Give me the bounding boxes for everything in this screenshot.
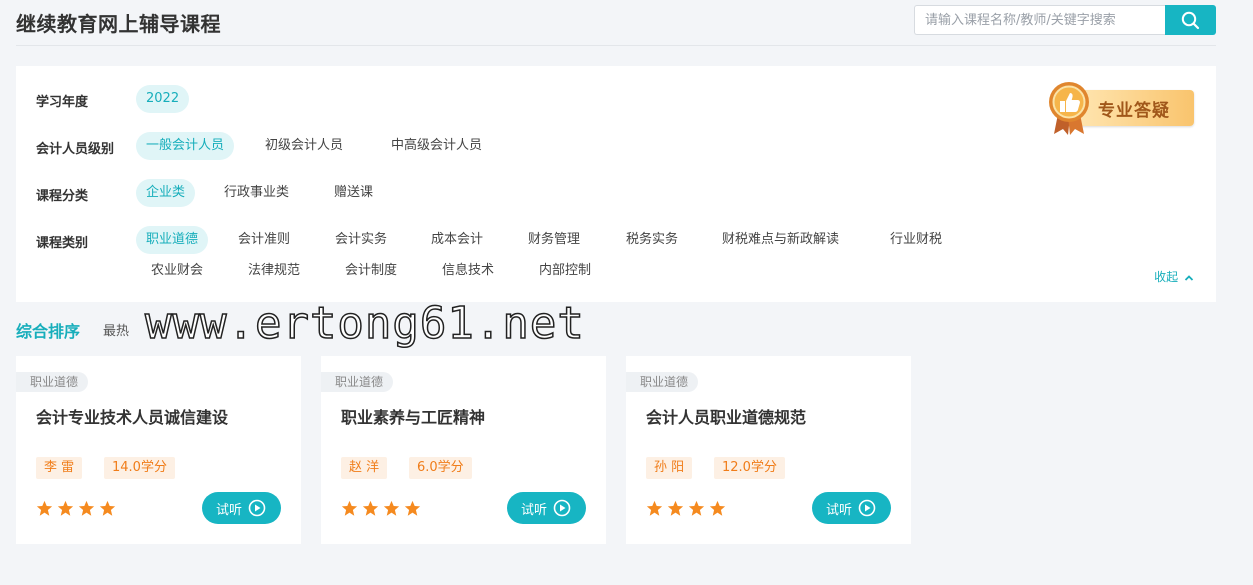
star-icon: [36, 500, 53, 516]
chip-type-agriculture[interactable]: 农业财会: [141, 257, 213, 285]
star-icon: [404, 500, 421, 516]
search-icon: [1181, 11, 1200, 30]
teacher-name: 赵 洋: [341, 457, 388, 479]
chip-level-general[interactable]: 一般会计人员: [136, 132, 235, 160]
expert-qa-ribbon: 专业答疑: [1074, 90, 1194, 126]
sort-comprehensive[interactable]: 综合排序: [16, 318, 80, 342]
collapse-toggle[interactable]: 收起: [1154, 268, 1194, 285]
chip-category-public[interactable]: 行政事业类: [214, 179, 299, 207]
chip-type-standards[interactable]: 会计准则: [228, 226, 300, 254]
trial-listen-button[interactable]: 试听: [812, 492, 891, 524]
watermark-text: www.ertong61.net: [144, 297, 585, 350]
play-circle-icon: [553, 499, 571, 517]
chip-type-tax[interactable]: 税务实务: [616, 226, 688, 254]
star-rating: [341, 500, 425, 518]
course-title[interactable]: 会计专业技术人员诚信建设: [36, 404, 228, 428]
sort-hottest[interactable]: 最热: [103, 320, 129, 339]
course-card-2[interactable]: 职业道德 职业素养与工匠精神 赵 洋 6.0学分 试听: [321, 356, 606, 544]
chip-type-it[interactable]: 信息技术: [432, 257, 504, 285]
filter-label-level: 会计人员级别: [36, 142, 115, 157]
course-title[interactable]: 会计人员职业道德规范: [646, 404, 806, 428]
filter-label-category: 课程分类: [36, 189, 89, 204]
star-icon: [341, 500, 358, 516]
star-rating: [646, 500, 730, 518]
star-icon: [99, 500, 116, 516]
chip-year-2022[interactable]: 2022: [136, 85, 190, 113]
trial-listen-label: 试听: [826, 503, 853, 518]
collapse-label: 收起: [1154, 270, 1179, 284]
trial-listen-label: 试听: [521, 503, 548, 518]
expert-qa-label: 专业答疑: [1098, 101, 1170, 121]
chip-type-practice[interactable]: 会计实务: [325, 226, 397, 254]
header-bar: 继续教育网上辅导课程: [0, 0, 1253, 46]
chip-type-control[interactable]: 内部控制: [529, 257, 601, 285]
star-icon: [667, 500, 684, 516]
course-title[interactable]: 职业素养与工匠精神: [341, 404, 485, 428]
star-icon: [362, 500, 379, 516]
search-input[interactable]: [914, 5, 1166, 35]
play-circle-icon: [858, 499, 876, 517]
chevron-up-icon: [1184, 274, 1194, 281]
course-tag: 职业道德: [321, 372, 394, 392]
course-credits: 6.0学分: [409, 457, 472, 479]
chip-type-system[interactable]: 会计制度: [335, 257, 407, 285]
filter-row-type: 课程类别 职业道德 会计准则 会计实务 成本会计 财务管理 税务实务 财税难点与…: [36, 226, 1196, 286]
filter-label-year: 学习年度: [36, 95, 89, 110]
chip-category-enterprise[interactable]: 企业类: [136, 179, 196, 207]
trial-listen-label: 试听: [216, 503, 243, 518]
course-credits: 14.0学分: [104, 457, 175, 479]
teacher-name: 李 雷: [36, 457, 83, 479]
star-icon: [78, 500, 95, 516]
star-icon: [383, 500, 400, 516]
play-circle-icon: [248, 499, 266, 517]
star-icon: [688, 500, 705, 516]
course-tag: 职业道德: [16, 372, 89, 392]
chip-type-policy[interactable]: 财税难点与新政解读: [712, 226, 849, 254]
search-button[interactable]: [1165, 5, 1216, 35]
search-box: [914, 5, 1216, 35]
chip-type-ethics[interactable]: 职业道德: [136, 226, 209, 254]
chip-type-industry[interactable]: 行业财税: [880, 226, 952, 254]
chip-type-cost[interactable]: 成本会计: [421, 226, 493, 254]
star-rating: [36, 500, 120, 518]
teacher-name: 孙 阳: [646, 457, 693, 479]
chip-category-gift[interactable]: 赠送课: [324, 179, 383, 207]
course-card-3[interactable]: 职业道德 会计人员职业道德规范 孙 阳 12.0学分 试听: [626, 356, 911, 544]
course-card-1[interactable]: 职业道德 会计专业技术人员诚信建设 李 雷 14.0学分 试听: [16, 356, 301, 544]
trial-listen-button[interactable]: 试听: [202, 492, 281, 524]
page-title: 继续教育网上辅导课程: [16, 12, 221, 36]
chip-type-finance[interactable]: 财务管理: [518, 226, 590, 254]
filter-panel: 学习年度 2022 会计人员级别 一般会计人员 初级会计人员 中高级会计人员 课…: [16, 66, 1216, 302]
chip-level-junior[interactable]: 初级会计人员: [255, 132, 353, 160]
expert-qa-badge[interactable]: 专业答疑: [1046, 80, 1198, 136]
trial-listen-button[interactable]: 试听: [507, 492, 586, 524]
star-icon: [646, 500, 663, 516]
chip-type-law[interactable]: 法律规范: [238, 257, 310, 285]
course-credits: 12.0学分: [714, 457, 785, 479]
thumbs-up-medal-icon: [1049, 82, 1089, 135]
star-icon: [709, 500, 726, 516]
star-icon: [57, 500, 74, 516]
header-divider: [16, 45, 1216, 46]
course-tag: 职业道德: [626, 372, 699, 392]
filter-label-type: 课程类别: [36, 236, 89, 251]
chip-level-senior[interactable]: 中高级会计人员: [381, 132, 492, 160]
